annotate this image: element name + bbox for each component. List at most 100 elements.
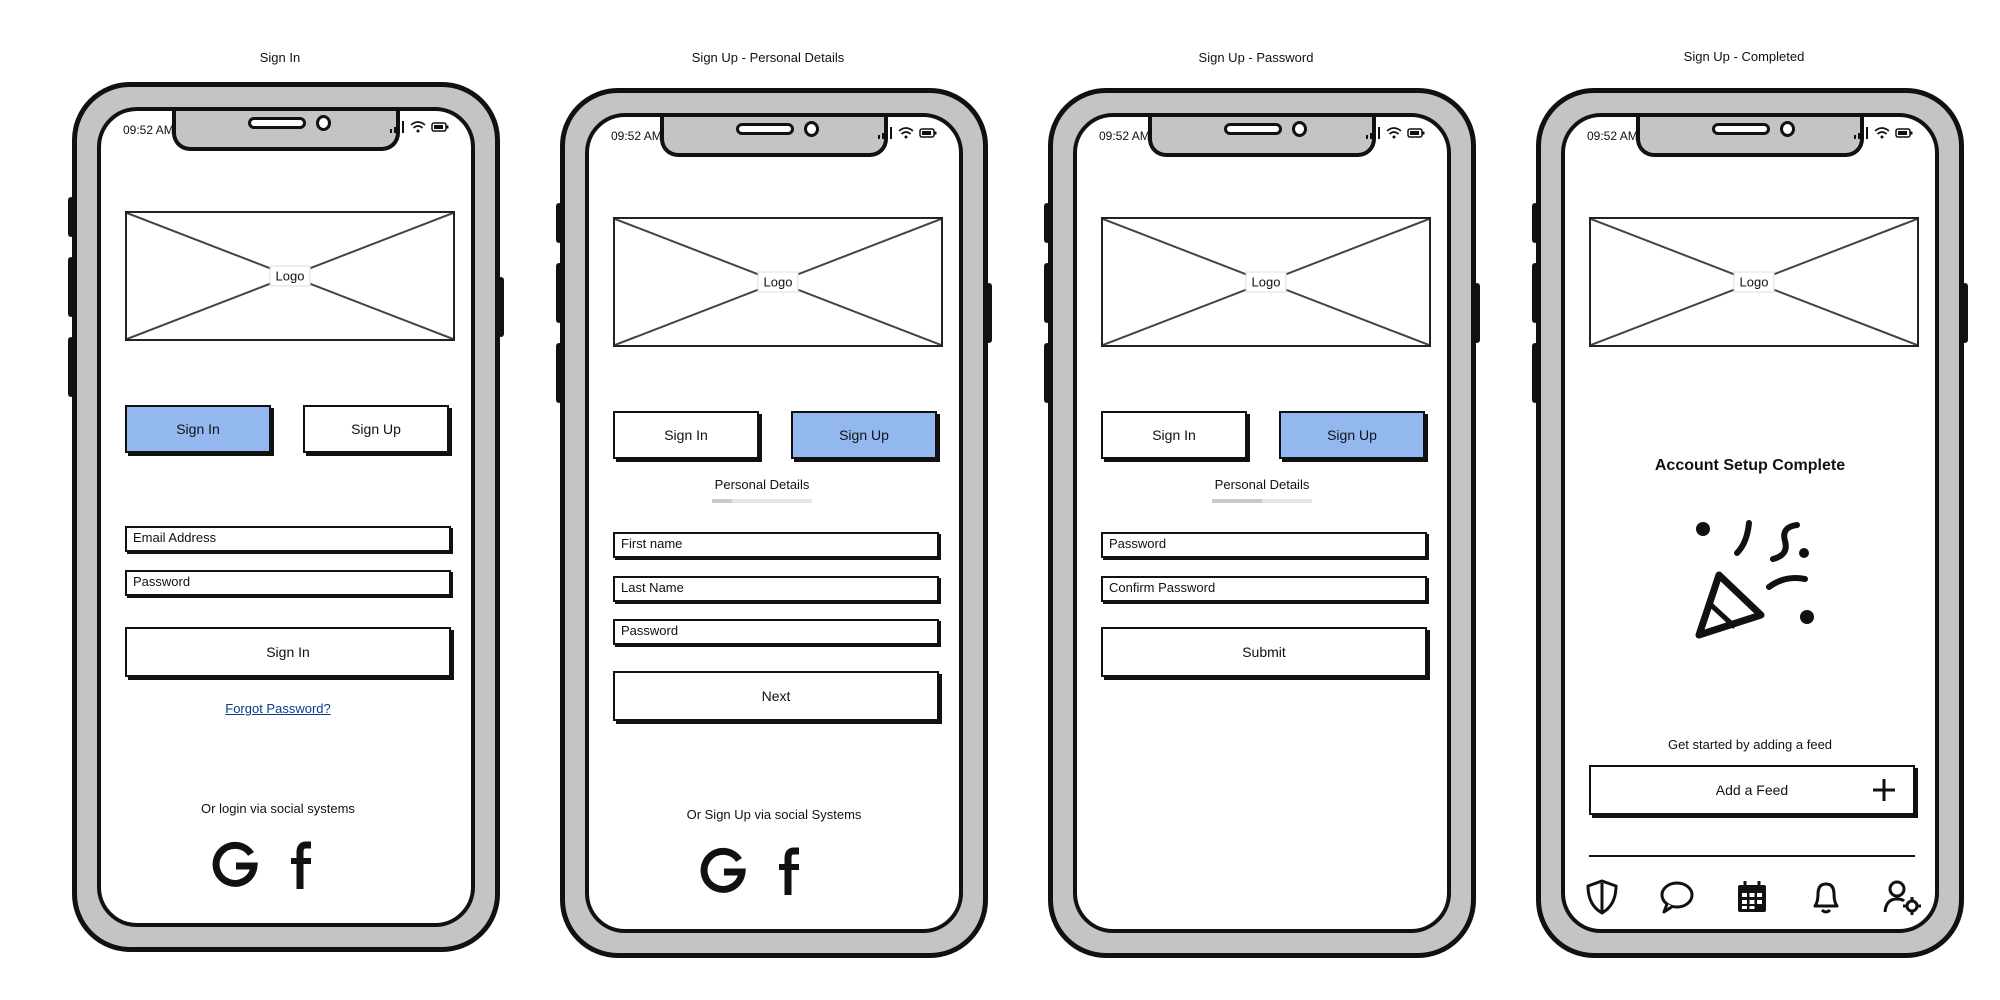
facebook-icon[interactable]: [287, 839, 317, 889]
battery-icon: [1895, 128, 1913, 138]
sign-up-tab-button[interactable]: Sign Up: [791, 411, 937, 459]
next-button[interactable]: Next: [613, 671, 939, 721]
submit-button[interactable]: Submit: [1101, 627, 1427, 677]
calendar-icon[interactable]: [1735, 879, 1769, 915]
logo-label: Logo: [1245, 271, 1287, 293]
phone-notch: [1148, 117, 1376, 157]
camera-icon: [1292, 121, 1307, 137]
screen-sign-in: Sign In 09:52 AM Logo Sign In Sign Up Em…: [60, 0, 504, 1000]
first-name-field[interactable]: First name: [613, 532, 939, 558]
battery-icon: [919, 128, 937, 138]
phone-display: 09:52 AM Logo Sign In Sign Up Email Addr…: [97, 107, 475, 927]
battery-icon: [431, 122, 449, 132]
facebook-icon[interactable]: [775, 845, 805, 895]
last-name-field[interactable]: Last Name: [613, 576, 939, 602]
status-time: 09:52 AM: [123, 123, 174, 137]
battery-icon: [1407, 128, 1425, 138]
social-login-text: Or login via social systems: [201, 801, 355, 816]
nav-divider: [1589, 855, 1915, 857]
logo-placeholder: Logo: [613, 217, 943, 347]
phone-notch: [660, 117, 888, 157]
add-feed-label: Add a Feed: [1715, 782, 1789, 798]
status-icons: [1365, 127, 1425, 139]
signal-icon: [1366, 127, 1380, 139]
email-field[interactable]: Email Address: [125, 526, 451, 552]
password-field[interactable]: Password: [125, 570, 451, 596]
add-feed-button[interactable]: Add a Feed: [1589, 765, 1915, 815]
camera-icon: [1780, 121, 1795, 137]
phone-display: 09:52 AM Logo Sign In Sign Up Personal D…: [585, 113, 963, 933]
step-progress-bar: [712, 499, 812, 503]
status-icons: [877, 127, 937, 139]
signal-icon: [1854, 127, 1868, 139]
sign-up-tab-button[interactable]: Sign Up: [303, 405, 449, 453]
screen-title: Sign Up - Password: [1198, 50, 1314, 65]
step-label: Personal Details: [714, 477, 810, 492]
user-settings-icon[interactable]: [1883, 879, 1921, 915]
status-time: 09:52 AM: [1587, 129, 1638, 143]
confirm-password-field[interactable]: Confirm Password: [1101, 576, 1427, 602]
plus-icon: [1873, 779, 1895, 801]
sign-in-tab-button[interactable]: Sign In: [125, 405, 271, 453]
screen-title: Sign In: [259, 50, 301, 65]
signal-icon: [390, 121, 404, 133]
logo-placeholder: Logo: [1101, 217, 1431, 347]
chat-icon[interactable]: [1659, 880, 1695, 914]
step-progress-fill: [1212, 499, 1262, 503]
phone-frame: 09:52 AM Logo Sign In Sign Up Personal D…: [556, 88, 992, 958]
wifi-icon: [898, 127, 914, 139]
get-started-text: Get started by adding a feed: [1667, 737, 1833, 752]
password-field[interactable]: Password: [1101, 532, 1427, 558]
sign-up-tab-button[interactable]: Sign Up: [1279, 411, 1425, 459]
sign-in-button[interactable]: Sign In: [125, 627, 451, 677]
wifi-icon: [1386, 127, 1402, 139]
phone-notch: [172, 111, 400, 151]
screen-sign-up-completed: Sign Up - Completed 09:52 AM Logo Accoun…: [1524, 0, 1968, 1000]
social-login-icons: [211, 839, 317, 889]
phone-display: 09:52 AM Logo Account Setup Complete Get…: [1561, 113, 1939, 933]
sign-in-tab-button[interactable]: Sign In: [1101, 411, 1247, 459]
phone-frame: 09:52 AM Logo Sign In Sign Up Personal D…: [1044, 88, 1480, 958]
screen-sign-up-personal: Sign Up - Personal Details 09:52 AM Logo…: [548, 0, 992, 1000]
sign-in-tab-button[interactable]: Sign In: [613, 411, 759, 459]
google-icon[interactable]: [699, 846, 747, 894]
wifi-icon: [410, 121, 426, 133]
status-icons: [389, 121, 449, 133]
signal-icon: [878, 127, 892, 139]
logo-label: Logo: [757, 271, 799, 293]
speaker-icon: [1224, 123, 1282, 135]
screen-title: Sign Up - Personal Details: [691, 50, 845, 65]
screen-sign-up-password: Sign Up - Password 09:52 AM Logo Sign In…: [1036, 0, 1480, 1000]
password-field[interactable]: Password: [613, 619, 939, 645]
status-time: 09:52 AM: [611, 129, 662, 143]
completion-heading: Account Setup Complete: [1654, 457, 1846, 474]
phone-display: 09:52 AM Logo Sign In Sign Up Personal D…: [1073, 113, 1451, 933]
forgot-password-link[interactable]: Forgot Password?: [225, 701, 331, 716]
logo-placeholder: Logo: [125, 211, 455, 341]
speaker-icon: [1712, 123, 1770, 135]
phone-notch: [1636, 117, 1864, 157]
status-icons: [1853, 127, 1913, 139]
screen-title: Sign Up - Completed: [1683, 49, 1805, 64]
step-label: Personal Details: [1214, 477, 1310, 492]
phone-frame: 09:52 AM Logo Sign In Sign Up Email Addr…: [68, 82, 504, 952]
speaker-icon: [248, 117, 306, 129]
shield-icon[interactable]: [1585, 879, 1619, 915]
bottom-navigation: [1585, 879, 1921, 915]
wifi-icon: [1874, 127, 1890, 139]
logo-label: Logo: [269, 265, 311, 287]
camera-icon: [804, 121, 819, 137]
social-signup-icons: [699, 845, 805, 895]
logo-placeholder: Logo: [1589, 217, 1919, 347]
camera-icon: [316, 115, 331, 131]
google-icon[interactable]: [211, 840, 259, 888]
logo-label: Logo: [1733, 271, 1775, 293]
speaker-icon: [736, 123, 794, 135]
bell-icon[interactable]: [1809, 879, 1843, 915]
status-time: 09:52 AM: [1099, 129, 1150, 143]
social-signup-text: Or Sign Up via social Systems: [686, 807, 862, 822]
step-progress-fill: [712, 499, 732, 503]
phone-frame: 09:52 AM Logo Account Setup Complete Get…: [1532, 88, 1968, 958]
party-popper-icon: [1695, 520, 1814, 639]
step-progress-bar: [1212, 499, 1312, 503]
